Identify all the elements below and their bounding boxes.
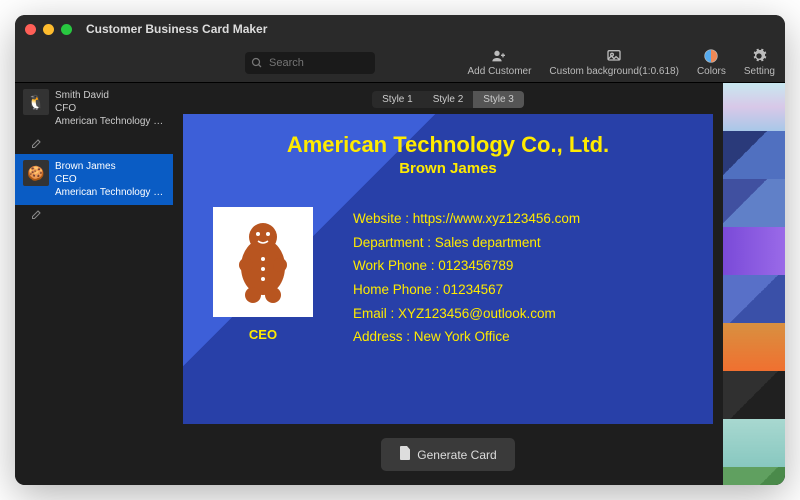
card-role: CEO (203, 327, 323, 342)
style-tab[interactable]: Style 3 (473, 91, 524, 108)
background-thumbnails (723, 83, 785, 485)
card-home-phone: Home Phone : 01234567 (353, 278, 580, 302)
minimize-button[interactable] (43, 24, 54, 35)
card-address: Address : New York Office (353, 325, 580, 349)
colors-button[interactable]: Colors (697, 48, 726, 77)
background-thumbnail[interactable] (723, 371, 785, 419)
background-thumbnail[interactable] (723, 419, 785, 467)
toolbar: Add Customer Custom background(1:0.618) … (15, 43, 785, 83)
card-company: American Technology Co., Ltd. (203, 132, 693, 158)
titlebar: Customer Business Card Maker (15, 15, 785, 43)
customer-avatar: 🐧 (23, 89, 49, 115)
style-tab[interactable]: Style 2 (423, 91, 474, 108)
setting-button[interactable]: Setting (744, 48, 775, 77)
card-work-phone: Work Phone : 0123456789 (353, 254, 580, 278)
customer-name: Smith David (55, 89, 165, 102)
custom-background-button[interactable]: Custom background(1:0.618) (549, 48, 679, 77)
business-card-preview: American Technology Co., Ltd. Brown Jame… (183, 114, 713, 424)
customer-avatar: 🍪 (23, 160, 49, 186)
edit-icon[interactable] (31, 136, 45, 150)
background-thumbnail[interactable] (723, 131, 785, 179)
main-panel: Style 1Style 2Style 3 American Technolog… (173, 83, 723, 485)
document-icon (399, 446, 411, 463)
customer-list: 🐧Smith DavidCFOAmerican Technology Co., … (15, 83, 173, 485)
generate-card-button[interactable]: Generate Card (381, 438, 514, 471)
customer-item[interactable]: 🍪 Brown JamesCEOAmerican Technology Co., … (15, 154, 173, 205)
style-tab[interactable]: Style 1 (372, 91, 423, 108)
app-window: Customer Business Card Maker Add Custome… (15, 15, 785, 485)
app-title: Customer Business Card Maker (86, 22, 267, 36)
background-thumbnail[interactable] (723, 467, 785, 485)
card-website: Website : https://www.xyz123456.com (353, 207, 580, 231)
card-details: Website : https://www.xyz123456.com Depa… (353, 207, 580, 349)
add-customer-button[interactable]: Add Customer (468, 48, 532, 77)
close-button[interactable] (25, 24, 36, 35)
background-thumbnail[interactable] (723, 275, 785, 323)
customer-item[interactable]: 🐧 Smith DavidCFOAmerican Technology Co., … (15, 83, 173, 134)
customer-title: CEO (55, 173, 165, 186)
background-thumbnail[interactable] (723, 83, 785, 131)
card-department: Department : Sales department (353, 231, 580, 255)
card-photo (213, 207, 313, 317)
add-customer-icon (491, 48, 507, 64)
card-email: Email : XYZ123456@outlook.com (353, 302, 580, 326)
style-tabs: Style 1Style 2Style 3 (372, 91, 524, 108)
customer-company: American Technology Co., Ltd. (55, 186, 165, 199)
window-controls (25, 24, 72, 35)
maximize-button[interactable] (61, 24, 72, 35)
edit-icon[interactable] (31, 207, 45, 221)
customer-title: CFO (55, 102, 165, 115)
customer-name: Brown James (55, 160, 165, 173)
search-icon (251, 56, 263, 74)
gear-icon (751, 48, 767, 64)
background-thumbnail[interactable] (723, 323, 785, 371)
image-icon (606, 48, 622, 64)
customer-company: American Technology Co., Ltd. (55, 115, 165, 128)
background-thumbnail[interactable] (723, 227, 785, 275)
search-box (245, 52, 375, 74)
colors-icon (703, 48, 719, 64)
search-input[interactable] (245, 52, 375, 74)
background-thumbnail[interactable] (723, 179, 785, 227)
card-person-name: Brown James (203, 160, 693, 177)
content-area: 🐧Smith DavidCFOAmerican Technology Co., … (15, 83, 785, 485)
